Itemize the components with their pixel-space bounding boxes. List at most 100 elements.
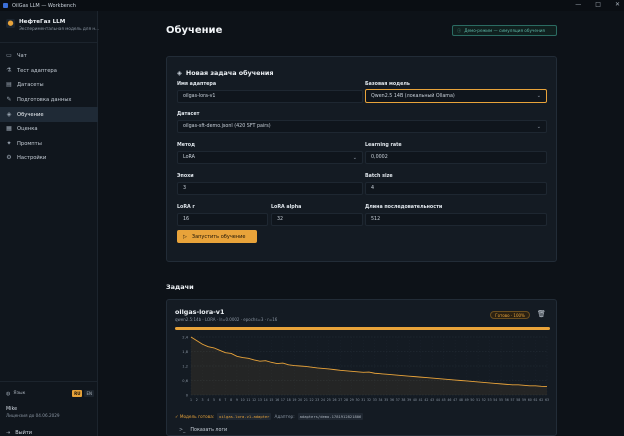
sidebar-item-settings[interactable]: ⚙ Настройки [0, 151, 98, 166]
chevron-down-icon: ⌄ [352, 155, 357, 161]
sidebar-item-label: Тест адаптера [17, 67, 57, 74]
maximize-button[interactable]: □ [595, 1, 601, 8]
x-tick-label: 57 [511, 398, 515, 402]
x-tick-label: 36 [390, 398, 394, 402]
language-en-button[interactable]: EN [84, 390, 94, 397]
lora-alpha-label: LoRA alpha [271, 205, 302, 210]
sidebar-item-prompts[interactable]: ✦ Промпты [0, 137, 98, 152]
demo-mode-badge: ⓘ Демо-режим — симуляция обучения [452, 25, 557, 36]
y-tick-label: 1,2 [182, 365, 188, 369]
method-value: LoRA [183, 155, 195, 160]
x-tick-label: 63 [545, 398, 549, 402]
sidebar-item-chat[interactable]: ▭ Чат [0, 49, 98, 64]
sidebar: ● НефтеГаз LLM Экспериментальная модель … [0, 11, 100, 436]
logout-icon: ⇥ [6, 430, 11, 436]
seq-length-input[interactable]: 512 [365, 213, 547, 226]
x-tick-label: 41 [419, 398, 423, 402]
x-tick-label: 44 [436, 398, 440, 402]
main-content: Обучение ⓘ Демо-режим — симуляция обучен… [98, 11, 624, 436]
y-tick-label: 2,4 [182, 336, 188, 340]
language-ru-button[interactable]: RU [72, 390, 83, 397]
sidebar-item-training[interactable]: ◈ Обучение [0, 107, 98, 122]
user-name: Mike [6, 407, 18, 412]
minimize-button[interactable]: — [575, 1, 581, 8]
loss-chart: 2,4 1,8 1,2 0,6 0 1 2 3 4 5 6 7 8 9 10 11 12 13 14 15 16 17 18… [175, 333, 553, 411]
y-tick-label: 0,6 [182, 379, 188, 383]
drop-icon: ● [6, 19, 15, 28]
database-icon: ▤ [6, 81, 12, 89]
learning-rate-input[interactable]: 0,0002 [365, 151, 547, 164]
show-logs-button[interactable]: >_ Показать логи [179, 428, 227, 433]
y-tick-label: 0 [186, 394, 189, 398]
logout-label: Выйти [15, 430, 32, 436]
wrench-icon: ✎ [6, 96, 12, 104]
base-model-value: Qwen2.5 14B (локальный Ollama) [371, 93, 455, 99]
beaker-icon: ⚗ [6, 66, 12, 74]
brand-subtitle: Экспериментальная модель для н... [19, 26, 100, 31]
job-name: oilgas-lora-v1 [175, 308, 225, 316]
x-tick-label: 48 [459, 398, 463, 402]
x-tick-label: 16 [275, 398, 279, 402]
license-text: Лицензия до 04.06.2029 [6, 413, 60, 418]
sidebar-item-adapter-test[interactable]: ⚗ Тест адаптера [0, 64, 98, 79]
show-logs-label: Показать логи [190, 428, 228, 433]
method-select[interactable]: LoRA ⌄ [177, 151, 363, 164]
epochs-label: Эпохи [177, 174, 194, 179]
x-tick-label: 38 [401, 398, 405, 402]
result-adapter-label: Адаптер: [274, 414, 295, 419]
x-tick-label: 26 [333, 398, 337, 402]
form-title-text: Новая задача обучения [185, 69, 274, 77]
x-tick-label: 11 [246, 398, 250, 402]
sidebar-item-label: Обучение [17, 111, 44, 118]
x-tick-label: 27 [338, 398, 342, 402]
dataset-label: Датасет [177, 112, 200, 117]
info-icon: ⓘ [457, 27, 462, 33]
prompt-icon: ✦ [6, 139, 12, 147]
x-tick-label: 22 [310, 398, 314, 402]
result-model-name: oilgas-lora-v1-adapter [217, 413, 272, 420]
sidebar-item-datasets[interactable]: ▤ Датасеты [0, 78, 98, 93]
x-tick-label: 29 [350, 398, 354, 402]
x-tick-label: 52 [482, 398, 486, 402]
x-tick-label: 56 [505, 398, 509, 402]
chat-icon: ▭ [6, 52, 12, 60]
x-tick-label: 61 [533, 398, 537, 402]
close-button[interactable]: ✕ [615, 1, 620, 8]
x-tick-label: 45 [442, 398, 446, 402]
x-tick-label: 23 [315, 398, 319, 402]
sidebar-nav: ▭ Чат ⚗ Тест адаптера ▤ Датасеты ✎ Подго… [0, 49, 98, 166]
base-model-select[interactable]: Qwen2.5 14B (локальный Ollama) ⌄ [365, 89, 547, 103]
x-tick-label: 35 [384, 398, 388, 402]
x-tick-label: 47 [453, 398, 457, 402]
start-training-button[interactable]: ▷ Запустить обучение [177, 230, 257, 243]
sidebar-item-label: Оценка [17, 126, 38, 133]
language-switcher: ◍ Язык RU EN [6, 390, 94, 397]
x-tick-label: 13 [258, 398, 262, 402]
epochs-input[interactable]: 3 [177, 182, 363, 195]
job-result: ✓ Модель готова: oilgas-lora-v1-adapter … [175, 413, 364, 420]
lora-alpha-input[interactable]: 32 [271, 213, 363, 226]
dataset-select[interactable]: oilgas-sft-demo.jsonl (420 SFT pairs) ⌄ [177, 120, 547, 133]
x-tick-label: 34 [378, 398, 382, 402]
trash-icon[interactable]: 🗑 [537, 310, 546, 318]
x-tick-label: 4 [207, 398, 209, 402]
start-training-label: Запустить обучение [191, 233, 246, 240]
x-tick-label: 43 [430, 398, 434, 402]
sidebar-divider [0, 42, 98, 43]
lora-r-input[interactable]: 16 [177, 213, 268, 226]
adapter-name-input[interactable]: oilgas-lora-v1 [177, 90, 363, 103]
x-tick-label: 1 [190, 398, 192, 402]
window-titlebar: OilGas LLM — Workbench — □ ✕ [0, 0, 624, 11]
sidebar-item-evaluation[interactable]: ▦ Оценка [0, 122, 98, 137]
x-tick-label: 6 [219, 398, 221, 402]
batch-size-input[interactable]: 4 [365, 182, 547, 195]
y-tick-label: 1,8 [182, 350, 188, 354]
sidebar-item-data-prep[interactable]: ✎ Подготовка данных [0, 93, 98, 108]
logout-button[interactable]: ⇥ Выйти [6, 430, 32, 436]
progress-fill [175, 327, 550, 330]
x-tick-label: 17 [281, 398, 285, 402]
loss-chart-svg: 2,41,81,20,601 2 3 4 5 6 7 8 9 10 11 12 13 14 15 16 17 18… [182, 336, 549, 403]
result-adapter-path: adapters/demo-1781912821806 [297, 413, 364, 420]
play-icon: ▷ [183, 233, 187, 240]
x-tick-label: 37 [396, 398, 400, 402]
